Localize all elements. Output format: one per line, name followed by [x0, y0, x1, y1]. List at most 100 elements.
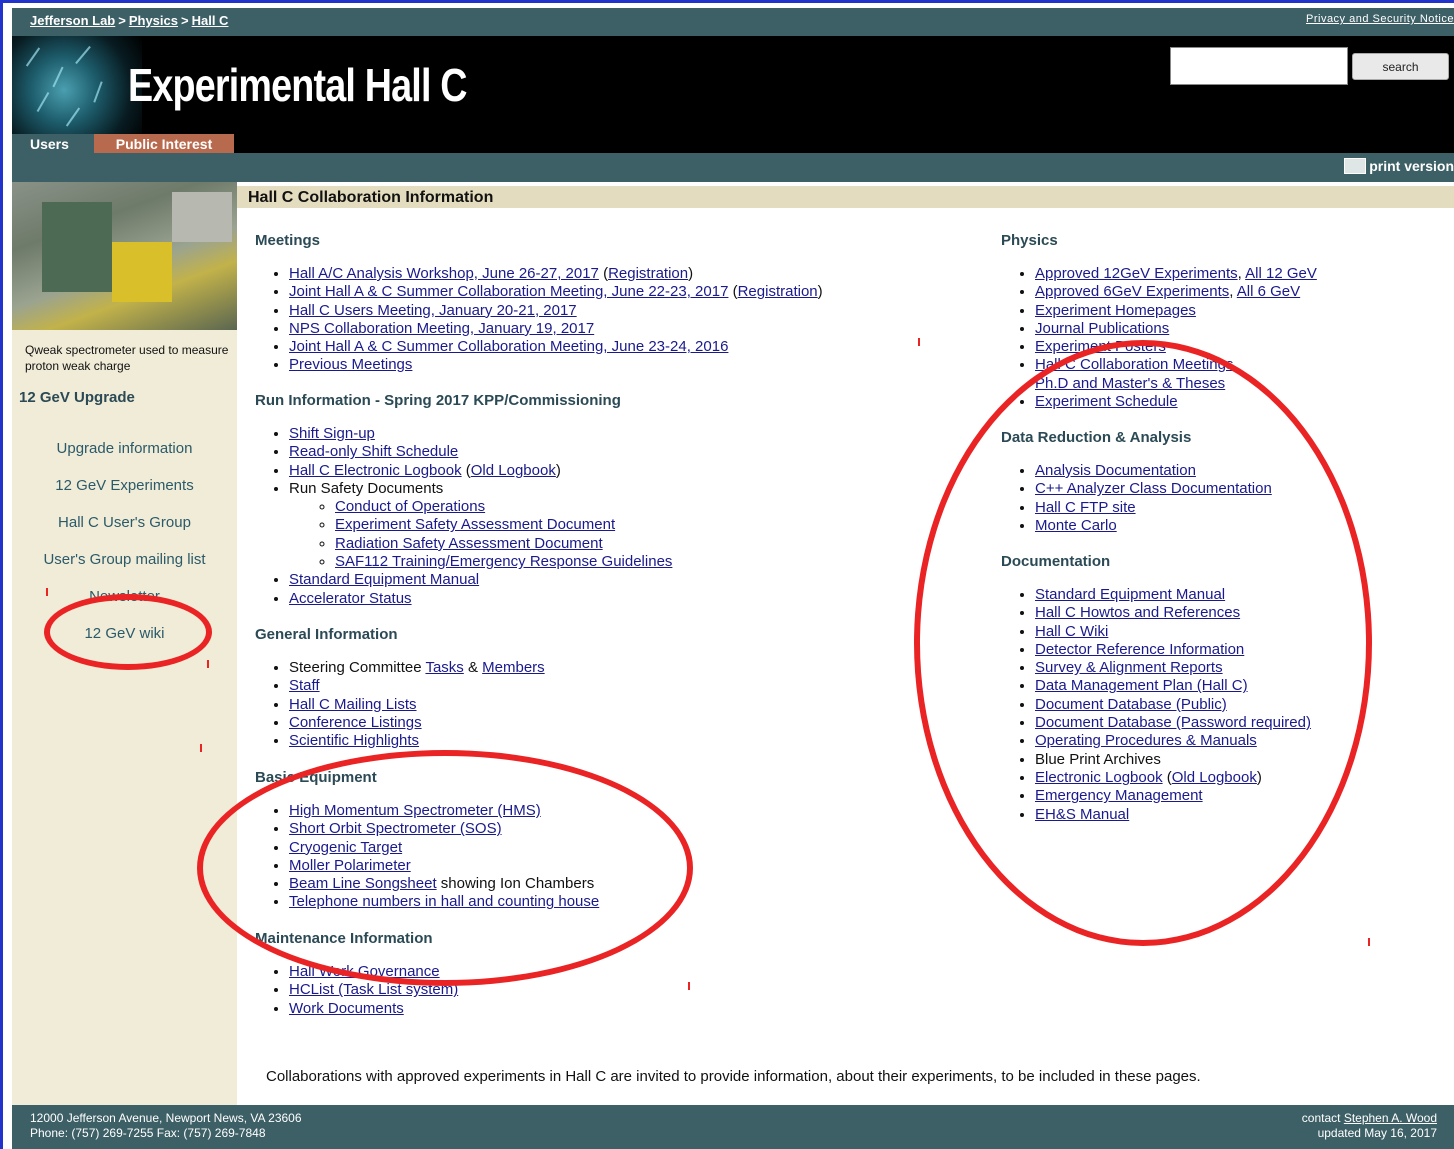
accelerator-status-link[interactable]: Accelerator Status [289, 590, 412, 607]
all-12gev-link[interactable]: All 12 GeV [1245, 265, 1317, 282]
staff-link[interactable]: Staff [289, 677, 320, 694]
breadcrumb-hall-c[interactable]: Hall C [192, 13, 229, 28]
songsheet-link[interactable]: Beam Line Songsheet [289, 875, 437, 892]
print-version-link[interactable]: print version [1344, 158, 1454, 174]
safety-doc-link[interactable]: SAF112 Training/Emergency Response Guide… [335, 553, 672, 570]
sidebar-heading: 12 GeV Upgrade [19, 389, 135, 406]
experiment-homepages-link[interactable]: Experiment Homepages [1035, 302, 1196, 319]
general-section: General Information Steering Committee T… [255, 626, 545, 750]
documentation-heading: Documentation [1001, 553, 1111, 570]
list-item: Monte Carlo [1035, 517, 1272, 535]
list-item: Read-only Shift Schedule [289, 443, 672, 461]
annotation-mark [207, 660, 209, 668]
sidebar-item-mailing-list[interactable]: User's Group mailing list [12, 551, 237, 588]
safety-doc-link[interactable]: Conduct of Operations [335, 498, 485, 515]
analyzer-doc-link[interactable]: C++ Analyzer Class Documentation [1035, 480, 1272, 497]
old-logbook-link[interactable]: Old Logbook [471, 462, 556, 479]
sos-link[interactable]: Short Orbit Spectrometer (SOS) [289, 820, 502, 837]
tab-public-interest[interactable]: Public Interest [94, 134, 234, 153]
breadcrumb-physics[interactable]: Physics [129, 13, 178, 28]
list-item: Conduct of Operations [335, 498, 672, 516]
meeting-link[interactable]: Hall C Users Meeting, January 20-21, 201… [289, 302, 577, 319]
mailing-lists-link[interactable]: Hall C Mailing Lists [289, 696, 417, 713]
meetings-section: Meetings Hall A/C Analysis Workshop, Jun… [255, 232, 823, 375]
sidebar-item-upgrade-information[interactable]: Upgrade information [12, 440, 237, 477]
contact-link[interactable]: Stephen A. Wood [1344, 1111, 1437, 1125]
maintenance-section: Maintenance Information Hall Work Govern… [255, 930, 458, 1018]
safety-doc-link[interactable]: Experiment Safety Assessment Document [335, 516, 615, 533]
doc-link[interactable]: Survey & Alignment Reports [1035, 659, 1223, 676]
sidebar-item-12gev-experiments[interactable]: 12 GeV Experiments [12, 477, 237, 514]
list-item: Hall C Howtos and References [1035, 604, 1311, 622]
shift-schedule-link[interactable]: Read-only Shift Schedule [289, 443, 458, 460]
meeting-link[interactable]: Joint Hall A & C Summer Collaboration Me… [289, 283, 728, 300]
old-logbook-link[interactable]: Old Logbook [1172, 769, 1257, 786]
collaboration-note: Collaborations with approved experiments… [266, 1068, 1201, 1085]
footer: 12000 Jefferson Avenue, Newport News, VA… [12, 1105, 1454, 1149]
analysis-heading: Data Reduction & Analysis [1001, 429, 1192, 446]
doc-link[interactable]: Document Database (Password required) [1035, 714, 1311, 731]
logbook-link[interactable]: Hall C Electronic Logbook [289, 462, 462, 479]
moller-link[interactable]: Moller Polarimeter [289, 857, 411, 874]
doc-link[interactable]: Hall C Wiki [1035, 623, 1108, 640]
cryo-target-link[interactable]: Cryogenic Target [289, 839, 402, 856]
list-item: Blue Print Archives [1035, 751, 1311, 769]
doc-link[interactable]: Document Database (Public) [1035, 696, 1227, 713]
approved-12gev-link[interactable]: Approved 12GeV Experiments [1035, 265, 1238, 282]
search-input[interactable] [1170, 47, 1348, 85]
hms-link[interactable]: High Momentum Spectrometer (HMS) [289, 802, 541, 819]
doc-link[interactable]: Detector Reference Information [1035, 641, 1244, 658]
search-button[interactable]: search [1352, 53, 1449, 80]
meeting-link[interactable]: NPS Collaboration Meeting, January 19, 2… [289, 320, 594, 337]
list-item: Previous Meetings [289, 356, 823, 374]
highlights-link[interactable]: Scientific Highlights [289, 732, 419, 749]
posters-link[interactable]: Experiment Posters [1035, 338, 1166, 355]
privacy-link[interactable]: Privacy and Security Notice [1306, 13, 1454, 25]
doc-link[interactable]: Hall C Howtos and References [1035, 604, 1240, 621]
meeting-link[interactable]: Hall A/C Analysis Workshop, June 26-27, … [289, 265, 599, 282]
equipment-manual-link[interactable]: Standard Equipment Manual [289, 571, 479, 588]
tab-users[interactable]: Users [12, 134, 94, 153]
approved-6gev-link[interactable]: Approved 6GeV Experiments [1035, 283, 1229, 300]
analysis-doc-link[interactable]: Analysis Documentation [1035, 462, 1196, 479]
run-heading: Run Information - Spring 2017 KPP/Commis… [255, 392, 621, 409]
monte-carlo-link[interactable]: Monte Carlo [1035, 517, 1117, 534]
telephone-link[interactable]: Telephone numbers in hall and counting h… [289, 893, 599, 910]
all-6gev-link[interactable]: All 6 GeV [1237, 283, 1300, 300]
list-item: Scientific Highlights [289, 732, 545, 750]
doc-link[interactable]: Standard Equipment Manual [1035, 586, 1225, 603]
list-item: Hall C FTP site [1035, 499, 1272, 517]
emergency-link[interactable]: Emergency Management [1035, 787, 1203, 804]
ehs-manual-link[interactable]: EH&S Manual [1035, 806, 1129, 823]
previous-meetings-link[interactable]: Previous Meetings [289, 356, 412, 373]
theses-link[interactable]: Ph.D and Master's & Theses [1035, 375, 1225, 392]
shift-signup-link[interactable]: Shift Sign-up [289, 425, 375, 442]
registration-link[interactable]: Registration [608, 265, 688, 282]
tasks-link[interactable]: Tasks [425, 659, 463, 676]
safety-doc-link[interactable]: Radiation Safety Assessment Document [335, 535, 603, 552]
ftp-link[interactable]: Hall C FTP site [1035, 499, 1136, 516]
governance-link[interactable]: Hall Work Governance [289, 963, 440, 980]
hclist-link[interactable]: HCList (Task List system) [289, 981, 458, 998]
doc-link[interactable]: Operating Procedures & Manuals [1035, 732, 1257, 749]
run-section: Run Information - Spring 2017 KPP/Commis… [255, 392, 672, 608]
list-item: Hall C Collaboration Meetings [1035, 356, 1317, 374]
electronic-logbook-link[interactable]: Electronic Logbook [1035, 769, 1163, 786]
members-link[interactable]: Members [482, 659, 545, 676]
sidebar-item-12gev-wiki[interactable]: 12 GeV wiki [12, 625, 237, 662]
registration-link[interactable]: Registration [738, 283, 818, 300]
sidebar-item-users-group[interactable]: Hall C User's Group [12, 514, 237, 551]
sidebar: Qweak spectrometer used to measure proto… [12, 182, 237, 1105]
breadcrumb-jefferson-lab[interactable]: Jefferson Lab [30, 13, 115, 28]
sidebar-links: Upgrade information 12 GeV Experiments H… [12, 440, 237, 662]
conference-link[interactable]: Conference Listings [289, 714, 422, 731]
list-item: Run Safety Documents Conduct of Operatio… [289, 480, 672, 571]
experiment-schedule-link[interactable]: Experiment Schedule [1035, 393, 1178, 410]
doc-link[interactable]: Data Management Plan (Hall C) [1035, 677, 1248, 694]
journal-link[interactable]: Journal Publications [1035, 320, 1169, 337]
work-documents-link[interactable]: Work Documents [289, 1000, 404, 1017]
sub-bar: print version [12, 153, 1454, 182]
collab-meetings-link[interactable]: Hall C Collaboration Meetings [1035, 356, 1233, 373]
list-item: Beam Line Songsheet showing Ion Chambers [289, 875, 599, 893]
meeting-link[interactable]: Joint Hall A & C Summer Collaboration Me… [289, 338, 728, 355]
